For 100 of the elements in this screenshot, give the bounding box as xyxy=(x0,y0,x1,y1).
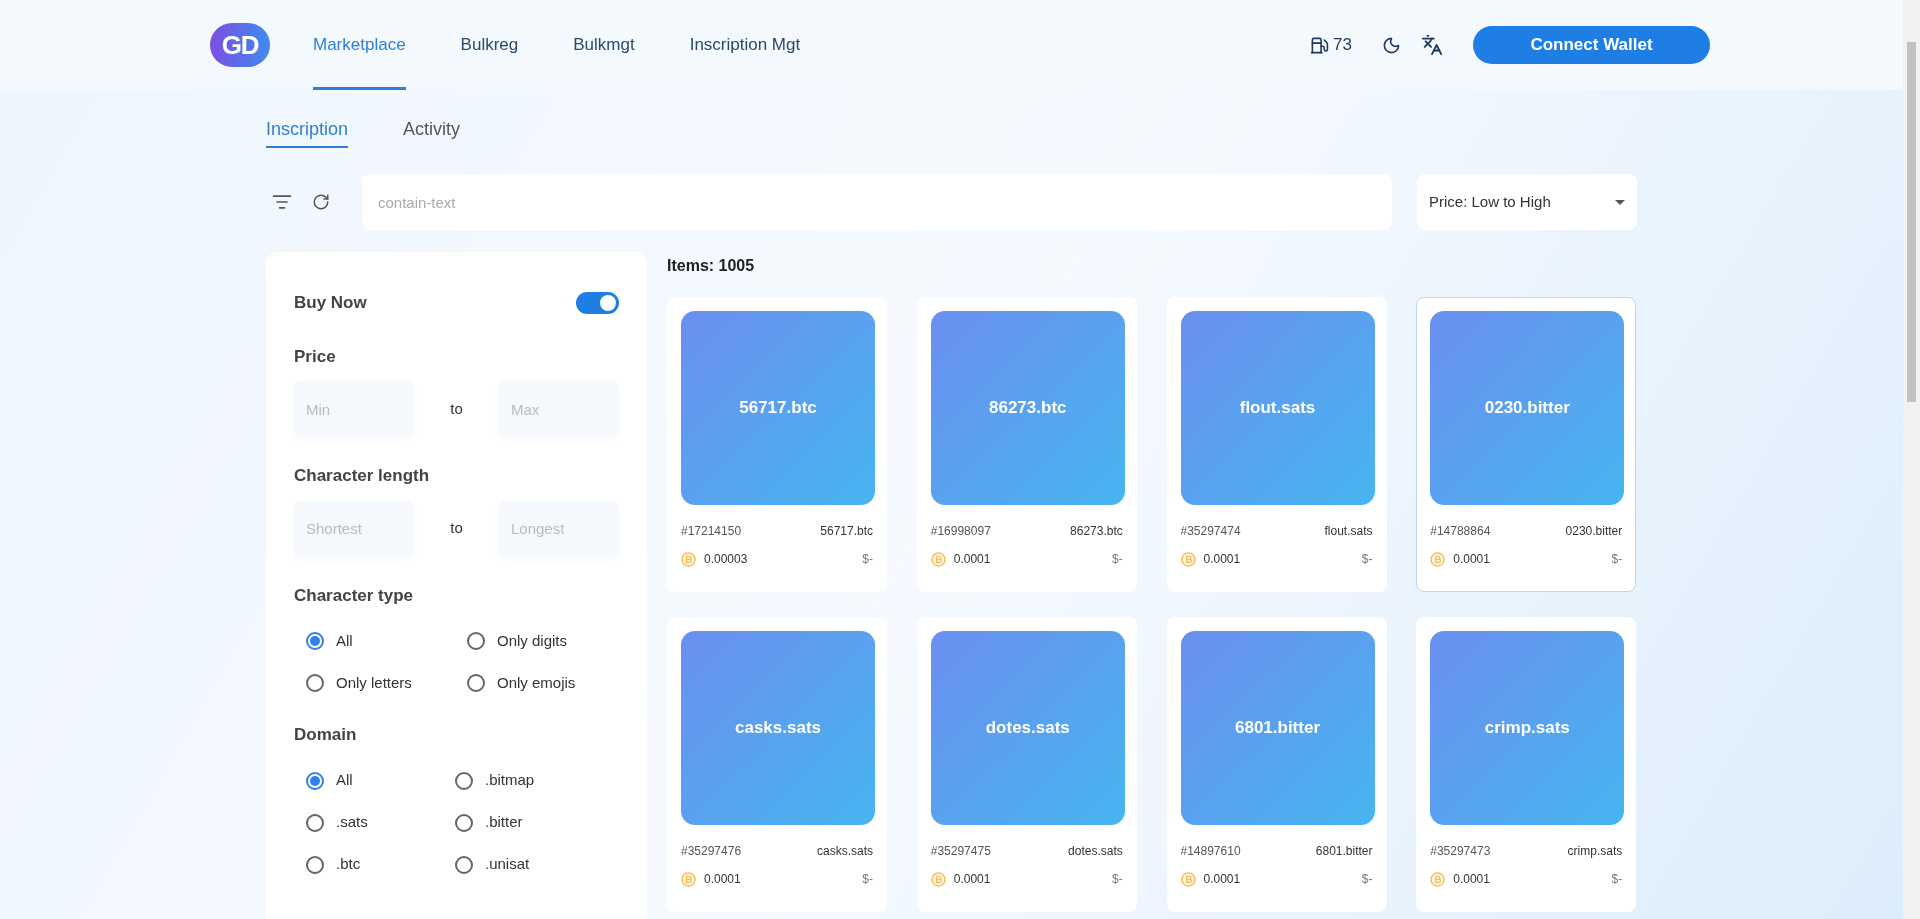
item-name: casks.sats xyxy=(817,843,873,860)
item-title: 0230.bitter xyxy=(1484,397,1570,420)
item-price: 0.0001 xyxy=(1453,871,1490,888)
option-label: .bitmap xyxy=(485,770,535,791)
filter-title: Domain xyxy=(294,724,358,746)
gas-value: 73 xyxy=(1333,34,1352,57)
radio-button[interactable] xyxy=(306,771,324,790)
item-title: 86273.btc xyxy=(989,397,1067,420)
radio-button[interactable] xyxy=(455,855,473,874)
item-price: 0.0001 xyxy=(1203,871,1241,888)
item-card[interactable]: 56717.btc #17214150 56717.btc 0.00003 $- xyxy=(667,297,887,592)
scrollbar[interactable] xyxy=(1903,0,1920,919)
option-label: Only emojis xyxy=(497,672,576,693)
item-price: 0.0001 xyxy=(1453,551,1490,568)
item-name: 56717.btc xyxy=(820,523,873,540)
tab[interactable]: Activity xyxy=(403,116,461,148)
range-separator: to xyxy=(449,398,464,419)
item-card[interactable]: 86273.btc #16998097 86273.btc 0.0001 $- xyxy=(916,297,1137,592)
item-name: crimp.sats xyxy=(1567,843,1623,860)
min-field[interactable]: Shortest xyxy=(294,500,414,557)
item-title: crimp.sats xyxy=(1484,717,1570,740)
item-title: dotes.sats xyxy=(985,717,1070,740)
radio-button[interactable] xyxy=(306,674,324,692)
nav-link[interactable]: Inscription Mgt xyxy=(689,0,801,90)
tab[interactable]: Inscription xyxy=(266,116,349,148)
bitcoin-icon xyxy=(930,551,946,567)
item-name: 86273.btc xyxy=(1070,523,1123,540)
radio-button[interactable] xyxy=(455,813,473,832)
option-label: .unisat xyxy=(485,854,530,875)
item-price: 0.0001 xyxy=(704,871,741,888)
range-separator: to xyxy=(449,518,464,539)
usd-price: $- xyxy=(1611,871,1623,888)
usd-price: $- xyxy=(1361,871,1373,888)
item-name: 0230.bitter xyxy=(1565,523,1623,540)
nav-link[interactable]: Marketplace xyxy=(313,0,406,90)
bitcoin-icon xyxy=(681,551,696,567)
toggle-switch[interactable] xyxy=(576,291,619,314)
logo[interactable]: GD xyxy=(210,23,270,67)
nav-link[interactable]: Bulkreg xyxy=(460,0,519,90)
option-label: .btc xyxy=(336,854,361,875)
bitcoin-icon xyxy=(681,871,696,887)
inscription-number: #17214150 xyxy=(681,523,742,540)
item-name: flout.sats xyxy=(1324,523,1373,540)
usd-price: $- xyxy=(862,551,873,568)
fuel-icon xyxy=(1310,35,1330,55)
radio-button[interactable] xyxy=(455,771,473,790)
bitcoin-icon xyxy=(930,871,946,887)
filter-title: Buy Now xyxy=(294,292,367,314)
usd-price: $- xyxy=(1611,551,1623,568)
bitcoin-icon xyxy=(1180,871,1196,887)
item-card[interactable]: crimp.sats #35297473 crimp.sats 0.0001 $- xyxy=(1416,617,1637,912)
item-name: 6801.bitter xyxy=(1315,843,1373,860)
max-field[interactable]: Max xyxy=(499,381,619,437)
bitcoin-icon xyxy=(1430,551,1446,567)
item-card[interactable]: dotes.sats #35297475 dotes.sats 0.0001 $- xyxy=(916,617,1137,912)
inscription-number: #35297476 xyxy=(681,843,742,860)
option-label: .bitter xyxy=(485,812,523,833)
option-label: Only letters xyxy=(336,672,412,693)
item-title: 6801.bitter xyxy=(1234,717,1320,740)
radio-button[interactable] xyxy=(306,855,324,874)
item-price: 0.00003 xyxy=(704,551,748,568)
item-price: 0.0001 xyxy=(953,551,991,568)
item-title: 56717.btc xyxy=(739,397,817,420)
item-price: 0.0001 xyxy=(953,871,991,888)
caret-icon xyxy=(1615,199,1625,205)
sort-dropdown[interactable]: Price: Low to High xyxy=(1417,174,1637,230)
moon-icon[interactable] xyxy=(1382,35,1401,55)
item-card[interactable]: casks.sats #35297476 casks.sats 0.0001 $- xyxy=(667,617,887,912)
item-card[interactable]: 0230.bitter #14788864 0230.bitter 0.0001 $- xyxy=(1416,297,1637,592)
item-price: 0.0001 xyxy=(1203,551,1241,568)
item-name: dotes.sats xyxy=(1068,843,1123,860)
usd-price: $- xyxy=(1112,551,1123,568)
bitcoin-icon xyxy=(1430,871,1446,887)
items-count: Items: 1005 xyxy=(667,256,756,276)
radio-button[interactable] xyxy=(467,674,485,692)
translate-icon[interactable] xyxy=(1421,34,1443,56)
inscription-number: #14897610 xyxy=(1180,843,1241,860)
item-card[interactable]: flout.sats #35297474 flout.sats 0.0001 $- xyxy=(1166,297,1387,592)
item-title: flout.sats xyxy=(1239,397,1316,420)
usd-price: $- xyxy=(1361,551,1373,568)
bitcoin-icon xyxy=(1180,551,1196,567)
max-field[interactable]: Longest xyxy=(499,500,619,557)
item-title: casks.sats xyxy=(735,717,821,740)
option-label: All xyxy=(336,770,353,791)
filter-title: Character length xyxy=(294,465,431,487)
min-field[interactable]: Min xyxy=(294,381,414,437)
radio-button[interactable] xyxy=(306,813,324,832)
option-label: Only digits xyxy=(497,630,568,651)
inscription-number: #35297475 xyxy=(930,843,991,860)
filter-icon[interactable] xyxy=(272,192,292,212)
usd-price: $- xyxy=(1112,871,1123,888)
connect-wallet-button[interactable]: Connect Wallet xyxy=(1473,26,1710,64)
refresh-icon[interactable] xyxy=(312,193,330,211)
search-field[interactable]: contain-text xyxy=(362,174,1392,230)
usd-price: $- xyxy=(862,871,873,888)
nav-link[interactable]: Bulkmgt xyxy=(573,0,635,90)
radio-button[interactable] xyxy=(306,632,324,650)
item-card[interactable]: 6801.bitter #14897610 6801.bitter 0.0001 $- xyxy=(1166,617,1387,912)
radio-button[interactable] xyxy=(467,632,485,650)
filter-title: Character type xyxy=(294,584,415,607)
